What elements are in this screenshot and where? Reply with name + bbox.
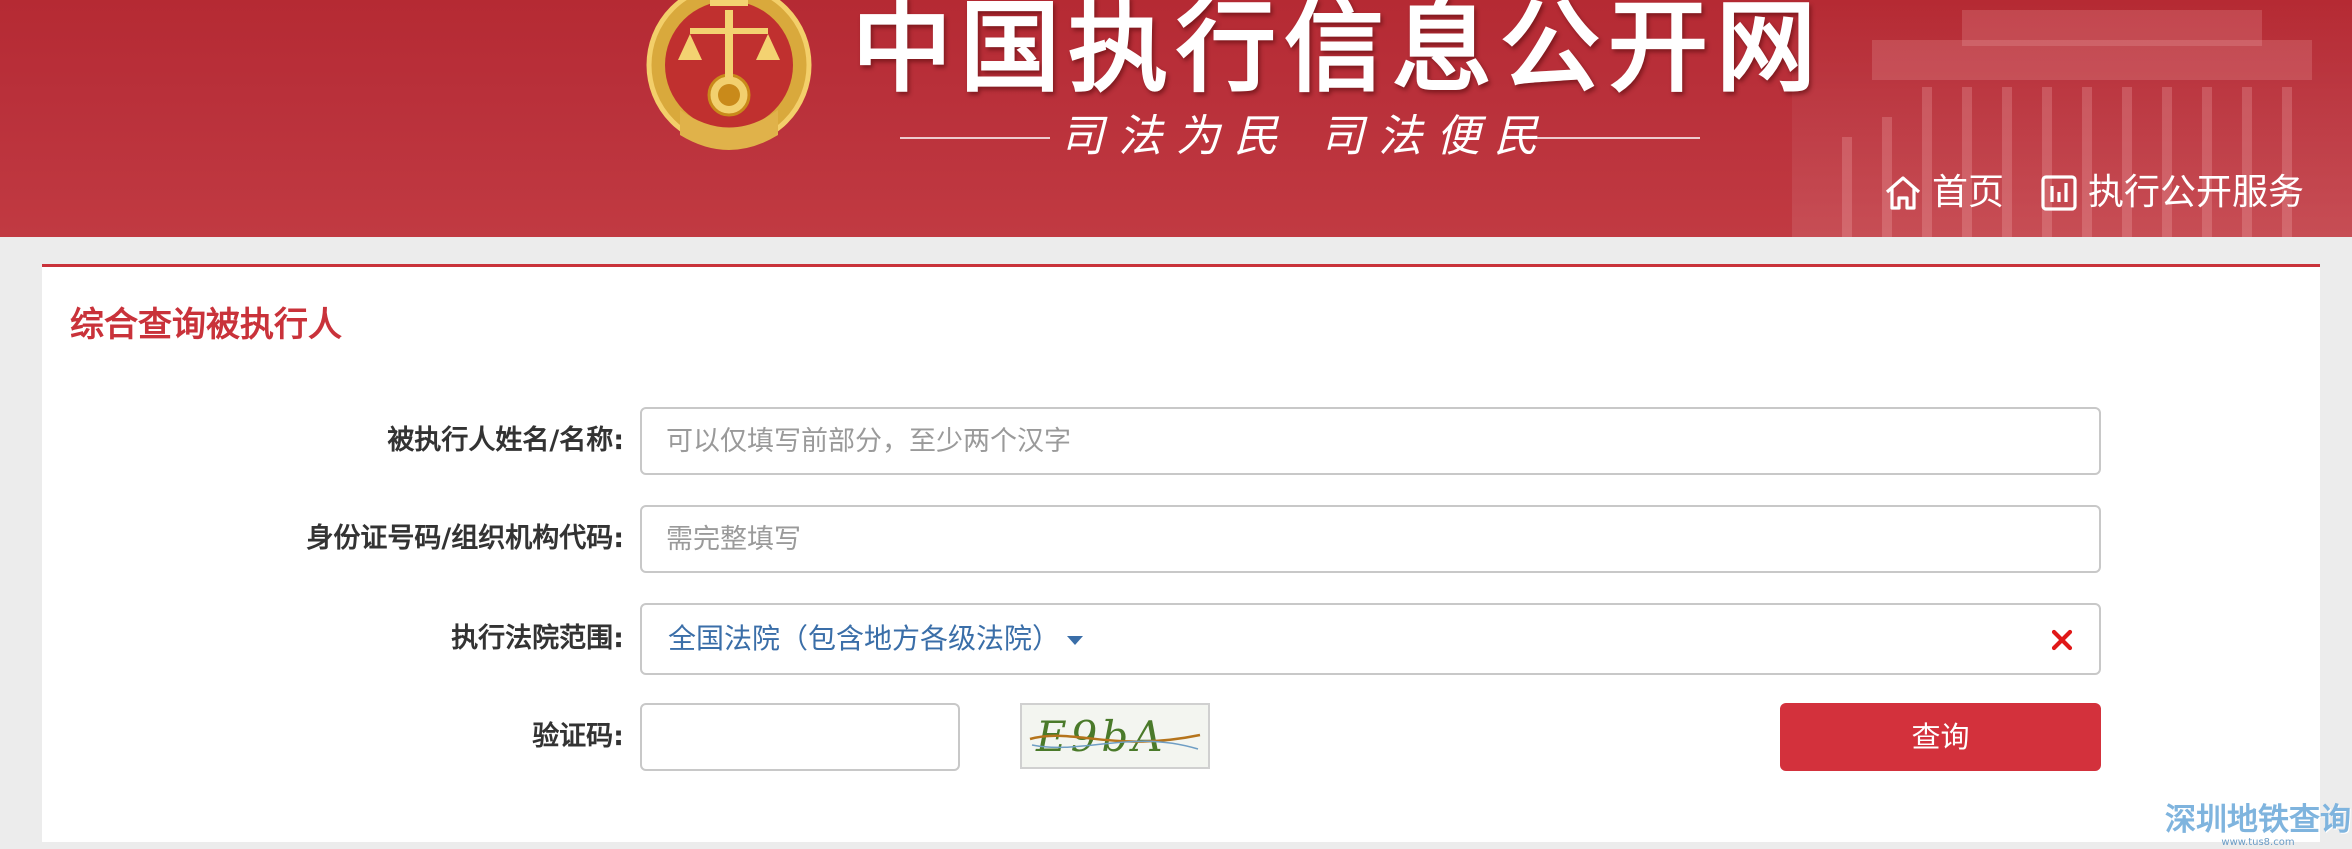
chevron-down-icon <box>1067 636 1083 645</box>
row-name: 被执行人姓名/名称: <box>42 407 2320 477</box>
nav-enforcement-services-label: 执行公开服务 <box>2087 172 2304 213</box>
clear-icon[interactable] <box>2043 621 2081 659</box>
court-label: 执行法院范围: <box>451 623 624 654</box>
id-input[interactable] <box>640 505 2101 573</box>
captcha-image[interactable]: E9bA <box>1020 703 1210 769</box>
captcha-input[interactable] <box>640 703 960 771</box>
nav-home[interactable]: 首页 <box>1882 170 2004 216</box>
court-emblem-icon <box>646 0 812 150</box>
court-select[interactable]: 全国法院（包含地方各级法院） <box>640 603 2101 675</box>
name-label: 被执行人姓名/名称: <box>387 425 624 456</box>
watermark-text: 深圳地铁查询 <box>2165 802 2351 838</box>
row-id: 身份证号码/组织机构代码: <box>42 505 2320 575</box>
top-nav: 首页 执行公开服务 <box>1882 170 2304 216</box>
home-icon <box>1885 176 1921 210</box>
row-captcha: 验证码: E9bA 查询 <box>42 703 2320 773</box>
nav-home-label: 首页 <box>1931 172 2004 213</box>
site-title: 中国执行信息公开网 <box>852 0 1824 106</box>
slogan: 司法为民 司法便民 <box>900 108 1730 166</box>
nav-enforcement-services[interactable]: 执行公开服务 <box>2038 170 2304 216</box>
bar-chart-icon <box>2041 175 2077 211</box>
header-banner: 中国执行信息公开网 司法为民 司法便民 首页 执行公开服务 <box>0 0 2352 237</box>
search-button[interactable]: 查询 <box>1780 703 2101 771</box>
slogan-text: 司法为民 司法便民 <box>1060 111 1552 162</box>
row-court: 执行法院范围: 全国法院（包含地方各级法院） <box>42 603 2320 675</box>
captcha-label: 验证码: <box>532 721 624 752</box>
watermark: 深圳地铁查询 www.tus8.com <box>2164 803 2352 849</box>
captcha-graphic: E9bA <box>1029 712 1201 761</box>
name-input[interactable] <box>640 407 2101 475</box>
query-panel: 综合查询被执行人 被执行人姓名/名称: 身份证号码/组织机构代码: 执行法院范围… <box>42 264 2320 842</box>
court-select-value: 全国法院（包含地方各级法院） <box>668 622 1061 655</box>
id-label: 身份证号码/组织机构代码: <box>306 523 624 554</box>
panel-title: 综合查询被执行人 <box>70 305 342 345</box>
watermark-url: www.tus8.com <box>2221 837 2295 848</box>
